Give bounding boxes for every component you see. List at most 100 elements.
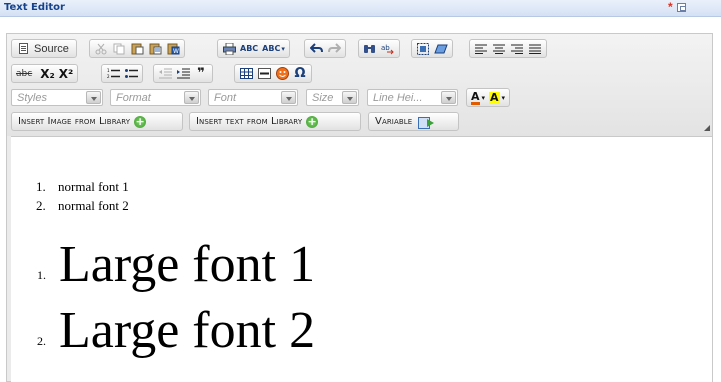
find-group: ab: [358, 39, 400, 58]
bg-color-label: A: [489, 90, 500, 104]
blockquote-label: ❞: [197, 66, 205, 81]
svg-text:2: 2: [107, 74, 110, 79]
list-text: normal font 2: [58, 198, 129, 213]
variable-label: Variable: [375, 116, 413, 127]
strikethrough-label: abc: [16, 68, 33, 79]
undo-icon[interactable]: [307, 40, 325, 57]
insert-text-label: Insert text from Library: [196, 116, 303, 127]
insert-variable-icon: [418, 116, 436, 129]
toolbar: Source W ABC ABC ▾ ab abc X₂ X² 1 2 ❞ Ω …: [7, 34, 712, 136]
size-combo-text: Size: [312, 92, 334, 104]
special-char-label: Ω: [294, 66, 306, 81]
redo-icon[interactable]: [325, 40, 343, 57]
text-color-button[interactable]: A ▾: [469, 89, 487, 106]
horizontal-rule-icon[interactable]: [255, 65, 273, 82]
chevron-down-icon[interactable]: [184, 91, 199, 104]
align-right-icon[interactable]: [508, 40, 526, 57]
subscript-button[interactable]: X₂: [38, 65, 57, 82]
plus-icon: +: [306, 114, 319, 128]
styles-combo[interactable]: Styles: [11, 89, 103, 106]
select-all-icon[interactable]: [414, 40, 432, 57]
window-title: Text Editor: [4, 2, 65, 13]
insert-image-button[interactable]: Insert Image from Library +: [11, 112, 183, 131]
list-number: 2.: [36, 198, 46, 213]
strikethrough-button[interactable]: abc: [14, 65, 34, 82]
window-titlebar: Text Editor *: [0, 0, 721, 17]
line-height-combo-text: Line Hei...: [373, 92, 423, 104]
source-group: Source: [11, 39, 77, 58]
justify-icon[interactable]: [526, 40, 544, 57]
find-icon[interactable]: [361, 40, 379, 57]
editor-frame: Source W ABC ABC ▾ ab abc X₂ X² 1 2 ❞ Ω …: [6, 33, 713, 382]
svg-text:1: 1: [107, 68, 110, 73]
scayt-button[interactable]: ABC ▾: [260, 40, 287, 57]
cut-icon[interactable]: [92, 40, 110, 57]
chevron-down-icon[interactable]: [342, 91, 357, 104]
insert-text-button[interactable]: Insert text from Library +: [189, 112, 361, 131]
select-group: [411, 39, 453, 58]
font-combo[interactable]: Font: [208, 89, 298, 106]
paste-text-icon[interactable]: [146, 40, 164, 57]
superscript-button[interactable]: X²: [57, 65, 76, 82]
outdent-icon[interactable]: [156, 65, 174, 82]
color-group: A ▾ A ▾: [466, 88, 511, 107]
align-group: [469, 39, 547, 58]
editor-content[interactable]: 1. normal font 1 2. normal font 2 1. Large…: [11, 136, 712, 382]
indent-icon[interactable]: [174, 65, 192, 82]
insert-image-label: Insert Image from Library: [18, 116, 131, 127]
align-left-icon[interactable]: [472, 40, 490, 57]
svg-text:ab: ab: [381, 44, 390, 52]
scayt-label: ABC: [262, 44, 281, 53]
special-char-button[interactable]: Ω: [291, 65, 309, 82]
styles-combo-text: Styles: [17, 92, 47, 104]
modified-marker: *: [668, 0, 673, 14]
chevron-down-icon[interactable]: [86, 91, 101, 104]
paste-icon[interactable]: [128, 40, 146, 57]
bulleted-list-icon[interactable]: [122, 65, 140, 82]
font-combo-text: Font: [214, 92, 237, 104]
basic-styles-group: abc X₂ X²: [11, 64, 79, 83]
spell-group: ABC ABC ▾: [217, 39, 290, 58]
line-height-combo[interactable]: Line Hei...: [367, 89, 458, 106]
spellcheck-button[interactable]: ABC: [238, 40, 260, 57]
superscript-label: X²: [58, 66, 74, 81]
print-icon[interactable]: [220, 40, 238, 57]
format-combo-text: Format: [116, 92, 151, 104]
subscript-label: X₂: [40, 66, 55, 81]
size-combo[interactable]: Size: [306, 89, 359, 106]
collapse-toolbar-icon[interactable]: [702, 123, 710, 131]
source-button[interactable]: Source: [14, 40, 74, 57]
undo-group: [304, 39, 346, 58]
document-icon: [19, 43, 28, 54]
list-text: Large font 2: [59, 302, 316, 359]
remove-format-icon[interactable]: [432, 40, 450, 57]
text-color-label: A: [471, 89, 480, 105]
chevron-down-icon[interactable]: [281, 91, 296, 104]
source-button-label: Source: [34, 42, 69, 55]
indent-group: ❞: [153, 64, 213, 83]
smiley-icon[interactable]: [273, 65, 291, 82]
copy-icon[interactable]: [110, 40, 128, 57]
variable-button[interactable]: Variable: [368, 112, 459, 131]
list-group: 12: [101, 64, 143, 83]
list-number: 1.: [37, 268, 46, 282]
svg-text:W: W: [173, 48, 179, 55]
chevron-down-icon[interactable]: [441, 91, 456, 104]
spellcheck-label: ABC: [240, 44, 259, 53]
replace-icon[interactable]: ab: [379, 40, 397, 57]
restore-icon[interactable]: [677, 3, 686, 12]
align-center-icon[interactable]: [490, 40, 508, 57]
blockquote-button[interactable]: ❞: [192, 65, 210, 82]
list-item: 2. normal font 2: [36, 198, 129, 214]
list-number: 2.: [37, 334, 46, 348]
plus-icon: +: [134, 114, 147, 128]
paste-word-icon[interactable]: W: [164, 40, 182, 57]
insert-group: Ω: [234, 64, 312, 83]
format-combo[interactable]: Format: [110, 89, 201, 106]
list-item: 1. normal font 1: [36, 179, 129, 195]
numbered-list-icon[interactable]: 12: [104, 65, 122, 82]
bg-color-button[interactable]: A ▾: [487, 89, 507, 106]
list-text: normal font 1: [58, 179, 129, 194]
table-icon[interactable]: [237, 65, 255, 82]
clipboard-group: W: [89, 39, 185, 58]
